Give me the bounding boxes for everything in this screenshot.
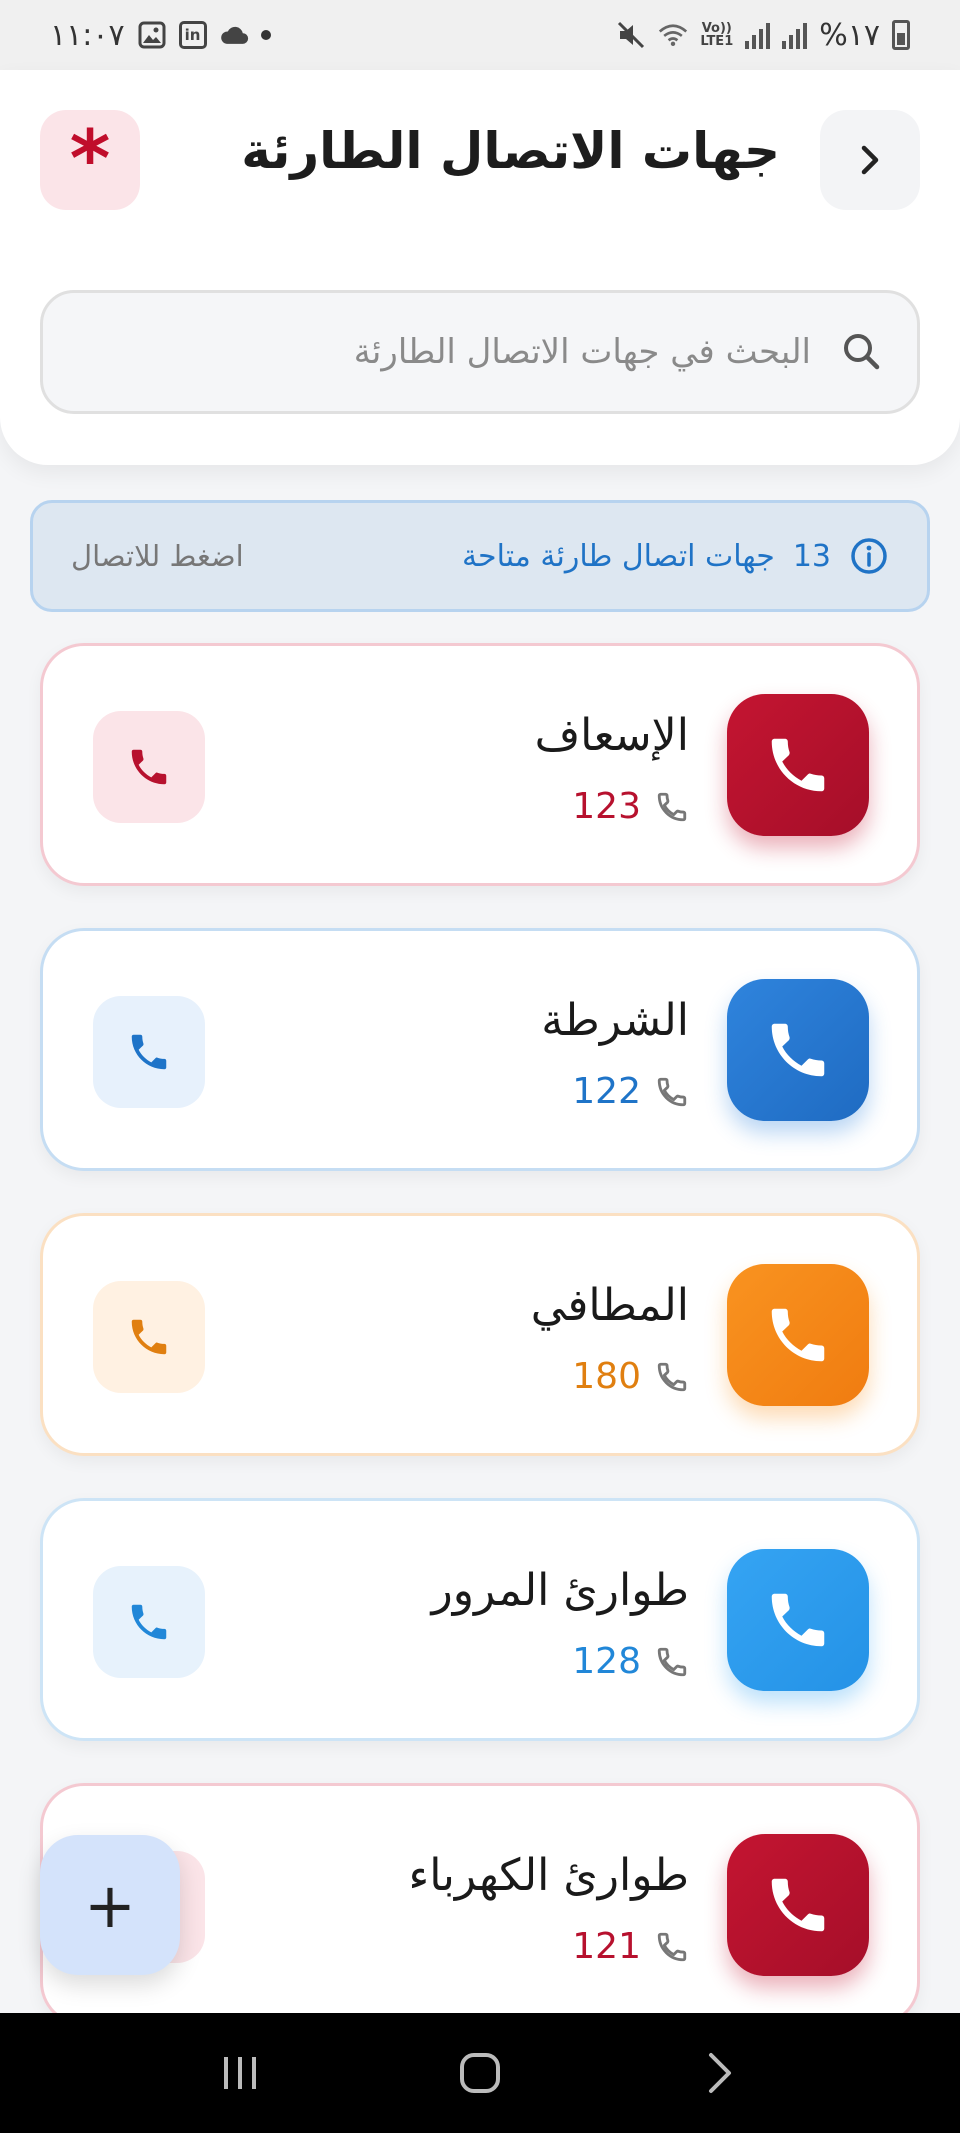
phone-icon [131, 1034, 167, 1070]
phone-outline-icon [657, 1077, 687, 1106]
search-icon [844, 334, 880, 370]
info-count-number: 13 [792, 538, 831, 574]
contact-icon-tile [727, 1264, 869, 1406]
contact-name: الإسعاف [534, 710, 689, 761]
contact-number-row: 122 [572, 1071, 689, 1112]
phone-icon [131, 749, 167, 785]
info-count-label: جهات اتصال طارئة متاحة [461, 538, 775, 574]
search-input[interactable] [73, 332, 811, 372]
home-button[interactable] [440, 2033, 520, 2113]
contact-name: الشرطة [541, 995, 689, 1046]
notification-dot-icon [260, 30, 271, 40]
search-bar[interactable] [40, 290, 920, 414]
call-button[interactable] [93, 996, 205, 1108]
contact-icon-tile [727, 694, 869, 836]
contact-number-row: 180 [572, 1356, 689, 1397]
contact-card-traffic[interactable]: طوارئ المرور 128 [40, 1498, 920, 1741]
chevron-right-icon [861, 145, 879, 175]
phone-icon [771, 1878, 825, 1932]
contact-icon-tile [727, 1834, 869, 1976]
battery-percent: %١٧ [819, 17, 880, 53]
phone-outline-icon [657, 1647, 687, 1676]
status-time: ١١:٠٧ [50, 17, 125, 53]
call-button[interactable] [93, 1281, 205, 1393]
contact-number: 123 [572, 786, 641, 827]
phone-outline-icon [657, 792, 687, 821]
contact-name: طوارئ الكهرباء [408, 1850, 689, 1901]
contact-number-row: 123 [572, 786, 689, 827]
info-hint: اضغط للاتصال [71, 539, 244, 573]
contact-number: 122 [572, 1071, 641, 1112]
phone-icon [771, 1593, 825, 1647]
status-bar-left: Vo)) LTE1 %١٧ [616, 18, 910, 53]
contact-number: 128 [572, 1641, 641, 1682]
volte-indicator: Vo)) LTE1 [700, 22, 733, 48]
cloud-icon [219, 20, 249, 50]
emergency-badge-button[interactable]: * [40, 110, 140, 210]
chevron-right-icon [709, 2053, 731, 2093]
wifi-icon [658, 20, 688, 50]
phone-icon [771, 738, 825, 792]
info-icon [851, 538, 887, 574]
contact-number-row: 121 [572, 1926, 689, 1967]
plus-icon: + [84, 1868, 136, 1942]
contact-card-fire[interactable]: المطافي 180 [40, 1213, 920, 1456]
add-contact-button[interactable]: + [40, 1835, 180, 1975]
info-banner: 13 جهات اتصال طارئة متاحة اضغط للاتصال [30, 500, 930, 612]
contact-name: المطافي [530, 1280, 689, 1331]
phone-outline-icon [657, 1362, 687, 1391]
mute-icon [616, 20, 646, 50]
contact-icon-tile [727, 1549, 869, 1691]
contact-number: 180 [572, 1356, 641, 1397]
back-nav-button[interactable] [680, 2033, 760, 2113]
phone-icon [771, 1023, 825, 1077]
signal-icon [745, 21, 771, 49]
signal-icon [782, 21, 808, 49]
linkedin-icon: in [178, 21, 207, 49]
battery-icon [892, 20, 910, 50]
call-button[interactable] [93, 1566, 205, 1678]
header-card: جهات الاتصال الطارئة * [0, 70, 960, 465]
home-icon [460, 2053, 500, 2093]
contact-card-ambulance[interactable]: الإسعاف 123 [40, 643, 920, 886]
phone-outline-icon [657, 1932, 687, 1961]
info-count: 13 جهات اتصال طارئة متاحة [462, 536, 889, 576]
phone-icon [131, 1604, 167, 1640]
lte-label: LTE1 [700, 34, 734, 49]
contact-name: طوارئ المرور [431, 1565, 690, 1616]
asterisk-icon: * [69, 115, 111, 205]
contact-icon-tile [727, 979, 869, 1121]
page-title: جهات الاتصال الطارئة [241, 122, 780, 180]
phone-icon [131, 1319, 167, 1355]
contact-number-row: 128 [572, 1641, 689, 1682]
recent-apps-icon [224, 2057, 256, 2089]
back-button[interactable] [820, 110, 920, 210]
contact-number: 121 [572, 1926, 641, 1967]
status-bar-right: ١١:٠٧ in [50, 18, 271, 53]
gallery-icon [137, 20, 167, 50]
recent-apps-button[interactable] [200, 2033, 280, 2113]
status-bar: ١١:٠٧ in Vo)) LTE1 %١٧ [0, 0, 960, 70]
call-button[interactable] [93, 711, 205, 823]
system-nav-bar [0, 2013, 960, 2133]
contact-card-police[interactable]: الشرطة 122 [40, 928, 920, 1171]
phone-icon [771, 1308, 825, 1362]
